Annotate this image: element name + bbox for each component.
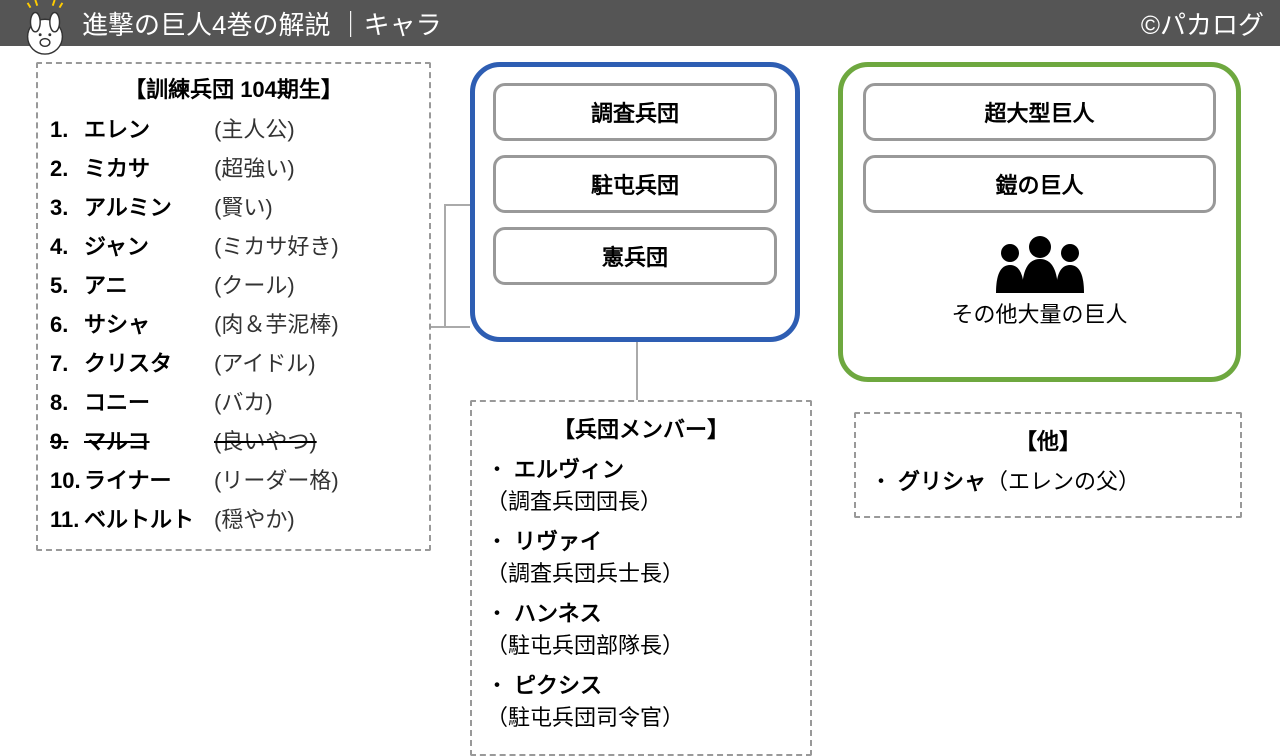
others-title: 【他】: [870, 424, 1226, 456]
cadet-row: 2.ミカサ(超強い): [50, 151, 417, 183]
cadet-num: 4.: [50, 234, 84, 260]
cadet-name: アルミン: [84, 190, 214, 222]
cadet-name: サシャ: [84, 307, 214, 339]
cadet-note: (アイドル): [214, 346, 316, 378]
corps-pill: 憲兵団: [493, 227, 777, 285]
cadet-row: 9.マルコ(良いやつ): [50, 424, 417, 456]
connector: [636, 342, 638, 400]
cadet-note: (良いやつ): [214, 424, 317, 456]
connector: [444, 204, 470, 206]
cadet-note: (賢い): [214, 190, 273, 222]
titans-box: 超大型巨人鎧の巨人 その他大量の巨人: [838, 62, 1241, 382]
member-note: （駐屯兵団部隊長）: [486, 633, 684, 658]
connector: [430, 326, 470, 328]
cadet-row: 4.ジャン(ミカサ好き): [50, 229, 417, 261]
credit: ©パカログ: [1141, 5, 1264, 42]
cadet-row: 3.アルミン(賢い): [50, 190, 417, 222]
corps-pill: 調査兵団: [493, 83, 777, 141]
member-name: ハンネス: [514, 601, 602, 626]
cadet-note: (主人公): [214, 112, 295, 144]
titan-pill: 鎧の巨人: [863, 155, 1216, 213]
cadet-num: 11.: [50, 507, 84, 533]
member-row: ・リヴァイ （調査兵団兵士長）: [486, 524, 796, 588]
cadet-row: 7.クリスタ(アイドル): [50, 346, 417, 378]
members-box: 【兵団メンバー】 ・エルヴィン（調査兵団団長）・リヴァイ（調査兵団兵士長）・ハン…: [470, 400, 812, 756]
cadet-note: (超強い): [214, 151, 295, 183]
member-row: ・ピクシス （駐屯兵団司令官）: [486, 668, 796, 732]
member-name: ピクシス: [514, 673, 602, 698]
cadet-row: 11.ベルトルト(穏やか): [50, 502, 417, 534]
llama-logo-icon: [16, 0, 74, 56]
members-title: 【兵団メンバー】: [486, 412, 796, 444]
cadet-num: 7.: [50, 351, 84, 377]
cadet-note: (ミカサ好き): [214, 229, 339, 261]
member-row: ・ハンネス （駐屯兵団部隊長）: [486, 596, 796, 660]
people-icon: [980, 235, 1100, 293]
cadet-name: エレン: [84, 112, 214, 144]
member-row: ・エルヴィン （調査兵団団長）: [486, 452, 796, 516]
cadet-num: 6.: [50, 312, 84, 338]
other-titans-label: その他大量の巨人: [863, 297, 1216, 329]
titan-pill: 超大型巨人: [863, 83, 1216, 141]
member-note: （調査兵団兵士長）: [486, 561, 684, 586]
cadet-num: 9.: [50, 429, 84, 455]
cadet-note: (リーダー格): [214, 463, 339, 495]
cadet-note: (穏やか): [214, 502, 295, 534]
cadet-name: アニ: [84, 268, 214, 300]
other-note: （エレンの父）: [986, 469, 1140, 494]
bullet: ・: [870, 469, 892, 494]
cadet-name: マルコ: [84, 424, 214, 456]
bullet: ・: [486, 601, 508, 626]
bullet: ・: [486, 457, 508, 482]
cadet-row: 5.アニ(クール): [50, 268, 417, 300]
others-box: 【他】 ・グリシャ（エレンの父）: [854, 412, 1242, 518]
cadet-name: クリスタ: [84, 346, 214, 378]
cadet-name: ベルトルト: [84, 502, 214, 534]
corps-box: 調査兵団駐屯兵団憲兵団: [470, 62, 800, 342]
cadet-note: (クール): [214, 268, 295, 300]
member-note: （調査兵団団長）: [486, 489, 662, 514]
cadet-note: (肉＆芋泥棒): [214, 307, 339, 339]
corps-pill: 駐屯兵団: [493, 155, 777, 213]
cadet-name: ミカサ: [84, 151, 214, 183]
cadet-name: コニー: [84, 385, 214, 417]
cadets-title: 【訓練兵団 104期生】: [50, 72, 417, 104]
cadet-note: (バカ): [214, 385, 273, 417]
bullet: ・: [486, 673, 508, 698]
other-name: グリシャ: [898, 469, 986, 494]
member-note: （駐屯兵団司令官）: [486, 705, 684, 730]
cadet-num: 5.: [50, 273, 84, 299]
cadet-num: 10.: [50, 468, 84, 494]
cadet-name: ライナー: [84, 463, 214, 495]
cadet-num: 2.: [50, 156, 84, 182]
cadet-num: 8.: [50, 390, 84, 416]
other-row: ・グリシャ（エレンの父）: [870, 464, 1226, 496]
member-name: リヴァイ: [514, 529, 602, 554]
connector: [444, 204, 446, 327]
other-titans-group: その他大量の巨人: [863, 235, 1216, 329]
page-title: 進撃の巨人4巻の解説 ｜キャラ: [82, 5, 1141, 42]
header: 進撃の巨人4巻の解説 ｜キャラ ©パカログ: [0, 0, 1280, 46]
cadet-row: 6.サシャ(肉＆芋泥棒): [50, 307, 417, 339]
bullet: ・: [486, 529, 508, 554]
cadets-box: 【訓練兵団 104期生】 1.エレン(主人公)2.ミカサ(超強い)3.アルミン(…: [36, 62, 431, 551]
member-name: エルヴィン: [514, 457, 624, 482]
cadet-num: 1.: [50, 117, 84, 143]
cadet-row: 10.ライナー(リーダー格): [50, 463, 417, 495]
cadet-row: 1.エレン(主人公): [50, 112, 417, 144]
cadet-name: ジャン: [84, 229, 214, 261]
cadet-row: 8.コニー(バカ): [50, 385, 417, 417]
cadet-num: 3.: [50, 195, 84, 221]
